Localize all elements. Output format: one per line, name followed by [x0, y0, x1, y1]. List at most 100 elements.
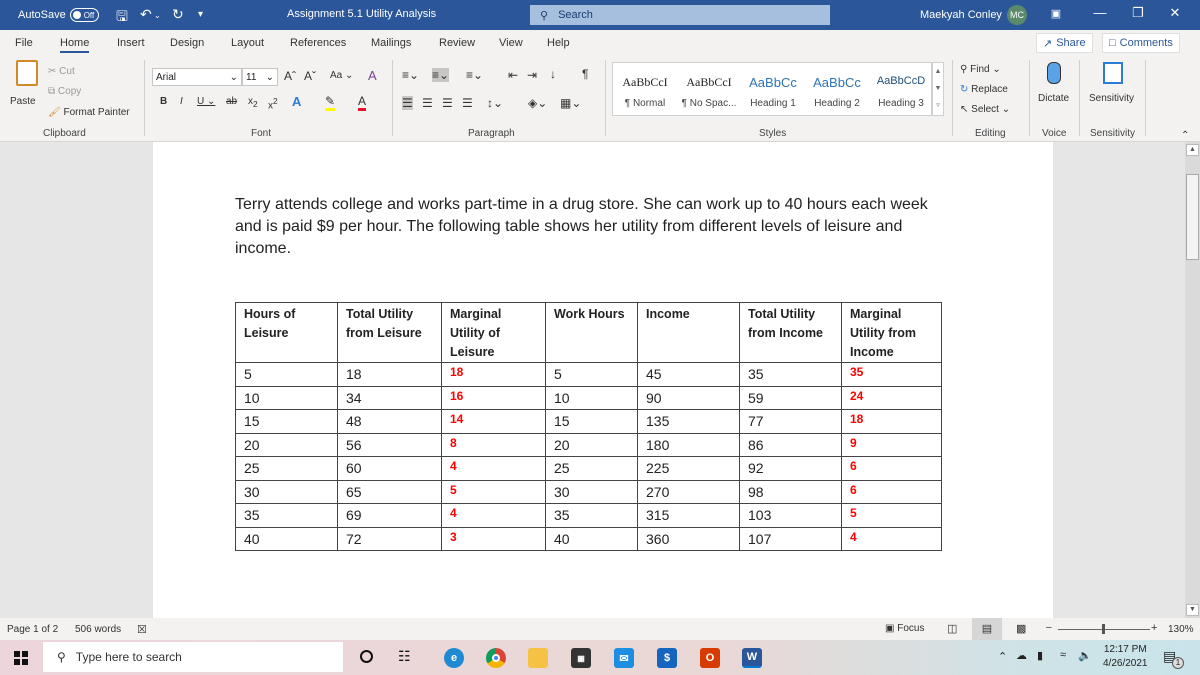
style-heading-3[interactable]: AaBbCcD Heading 3 [869, 63, 933, 117]
align-right-button[interactable]: ☰ [442, 96, 453, 110]
sensitivity-button[interactable]: Sensitivity [1086, 60, 1140, 120]
strikethrough-button[interactable]: ab [226, 96, 237, 107]
avatar[interactable]: MC [1007, 5, 1027, 25]
app-icon[interactable]: $ [657, 648, 677, 668]
restore-icon[interactable]: ❐ [1128, 5, 1148, 21]
zoom-slider-thumb[interactable] [1102, 624, 1105, 634]
format-painter-button[interactable]: 🖌 Format Painter [48, 107, 130, 118]
tab-layout[interactable]: Layout [231, 37, 264, 49]
battery-icon[interactable]: ▮ [1037, 649, 1043, 662]
tab-file[interactable]: File [15, 37, 33, 49]
clock[interactable]: 12:17 PM 4/26/2021 [1103, 643, 1148, 671]
font-color-button[interactable]: A [358, 94, 367, 111]
web-layout-icon[interactable]: ▩ [1016, 622, 1026, 635]
minimize-icon[interactable]: — [1090, 5, 1110, 20]
show-formatting-button[interactable]: ¶ [582, 67, 588, 81]
vertical-scrollbar[interactable]: ▲ ▼ [1185, 142, 1200, 618]
cut-button[interactable]: ✂ Cut [48, 66, 75, 77]
line-spacing-button[interactable]: ↕⌄ [487, 96, 503, 110]
grow-font-button[interactable]: Aˆ [284, 69, 296, 83]
proofing-icon[interactable]: ☒ [137, 623, 147, 636]
style-heading-1[interactable]: AaBbCc Heading 1 [741, 63, 805, 117]
zoom-level[interactable]: 130% [1168, 624, 1194, 635]
office-icon[interactable]: O [700, 648, 720, 668]
share-button[interactable]: ↗ Share [1036, 33, 1093, 53]
word-icon[interactable]: W [742, 648, 762, 668]
shrink-font-button[interactable]: Aˇ [304, 69, 316, 83]
align-left-button[interactable]: ☰ [402, 96, 413, 110]
collapse-ribbon-icon[interactable]: ⌃ [1181, 130, 1189, 141]
style-normal[interactable]: AaBbCcI ¶ Normal [613, 63, 677, 117]
find-button[interactable]: ⚲ Find ⌄ [960, 64, 1001, 75]
italic-button[interactable]: I [180, 96, 183, 107]
mail-icon[interactable]: ✉ [614, 648, 634, 668]
decrease-indent-button[interactable]: ⇤ [508, 68, 518, 82]
dictate-button[interactable]: Dictate [1036, 60, 1076, 120]
chrome-icon[interactable] [486, 648, 506, 668]
tab-review[interactable]: Review [439, 37, 475, 49]
user-name[interactable]: Maekyah Conley [920, 9, 1002, 21]
justify-button[interactable]: ☰ [462, 96, 473, 110]
tab-insert[interactable]: Insert [117, 37, 145, 49]
comments-button[interactable]: □ Comments [1102, 33, 1180, 53]
redo-icon[interactable]: ↻ [172, 6, 184, 23]
undo-dropdown-icon[interactable]: ⌄ [154, 11, 161, 20]
task-view-icon[interactable]: ☷ [398, 648, 411, 665]
document-page[interactable]: Terry attends college and works part-tim… [153, 142, 1053, 618]
customize-toolbar-icon[interactable]: ▾ [198, 9, 203, 20]
file-explorer-icon[interactable] [528, 648, 548, 668]
tab-references[interactable]: References [290, 37, 346, 49]
save-icon[interactable]: 🖫 [116, 6, 128, 30]
tab-home[interactable]: Home [60, 37, 90, 53]
autosave-toggle[interactable]: Off [69, 8, 100, 22]
underline-button[interactable]: U ⌄ [197, 96, 215, 107]
style-heading-2[interactable]: AaBbCc Heading 2 [805, 63, 869, 117]
close-icon[interactable]: ✕ [1165, 5, 1185, 21]
scroll-down-icon[interactable]: ▼ [1186, 604, 1199, 616]
shading-button[interactable]: ◈⌄ [528, 96, 547, 110]
numbering-button[interactable]: ≡⌄ [432, 68, 450, 82]
zoom-in-button[interactable]: + [1151, 622, 1157, 634]
superscript-button[interactable]: x2 [268, 96, 278, 111]
windows-start-icon[interactable] [14, 651, 28, 665]
font-size-select[interactable]: 11 ⌄ [242, 68, 278, 86]
scroll-up-icon[interactable]: ▲ [1186, 144, 1199, 156]
multilevel-list-button[interactable]: ≡⌄ [466, 68, 483, 82]
tab-view[interactable]: View [499, 37, 523, 49]
clear-formatting-icon[interactable]: A [368, 68, 377, 83]
scroll-thumb[interactable] [1186, 174, 1199, 260]
tab-mailings[interactable]: Mailings [371, 37, 411, 49]
tab-help[interactable]: Help [547, 37, 570, 49]
styles-scroll[interactable]: ▲ ▼ ▿ [932, 62, 944, 116]
edge-icon[interactable]: e [444, 648, 464, 668]
bullets-button[interactable]: ≡⌄ [402, 68, 419, 82]
font-family-select[interactable]: Arial ⌄ [152, 68, 242, 86]
volume-icon[interactable]: 🔈 [1078, 649, 1092, 662]
select-button[interactable]: ↖ Select ⌄ [960, 104, 1010, 115]
highlight-color-button[interactable]: ✎ [325, 94, 336, 111]
search-box[interactable]: ⚲ Search [530, 5, 830, 25]
sort-button[interactable]: ↓ [550, 67, 556, 81]
autosave-control[interactable]: AutoSave Off [18, 8, 100, 22]
ribbon-display-options-icon[interactable]: ▣ [1046, 7, 1066, 20]
borders-button[interactable]: ▦⌄ [560, 96, 581, 110]
copy-button[interactable]: ⧉ Copy [48, 86, 81, 97]
cortana-icon[interactable] [360, 650, 373, 663]
bold-button[interactable]: B [160, 96, 167, 107]
undo-icon[interactable]: ↶ [140, 6, 152, 23]
paste-button[interactable]: Paste [10, 58, 42, 118]
focus-button[interactable]: ▣ Focus [885, 623, 924, 634]
page-indicator[interactable]: Page 1 of 2 [7, 624, 58, 635]
store-icon[interactable]: ▦ [571, 648, 591, 668]
subscript-button[interactable]: x2 [248, 96, 258, 109]
style-no-spacing[interactable]: AaBbCcI ¶ No Spac... [677, 63, 741, 117]
tab-design[interactable]: Design [170, 37, 204, 49]
zoom-out-button[interactable]: – [1046, 622, 1052, 633]
show-hidden-icons[interactable]: ⌃ [998, 650, 1007, 663]
word-count[interactable]: 506 words [75, 624, 121, 635]
print-layout-icon[interactable]: ▤ [972, 618, 1002, 640]
align-center-button[interactable]: ☰ [422, 96, 433, 110]
taskbar-search[interactable]: ⚲ Type here to search [43, 642, 343, 672]
change-case-button[interactable]: Aa ⌄ [330, 70, 353, 81]
text-effects-button[interactable]: A [292, 94, 301, 109]
